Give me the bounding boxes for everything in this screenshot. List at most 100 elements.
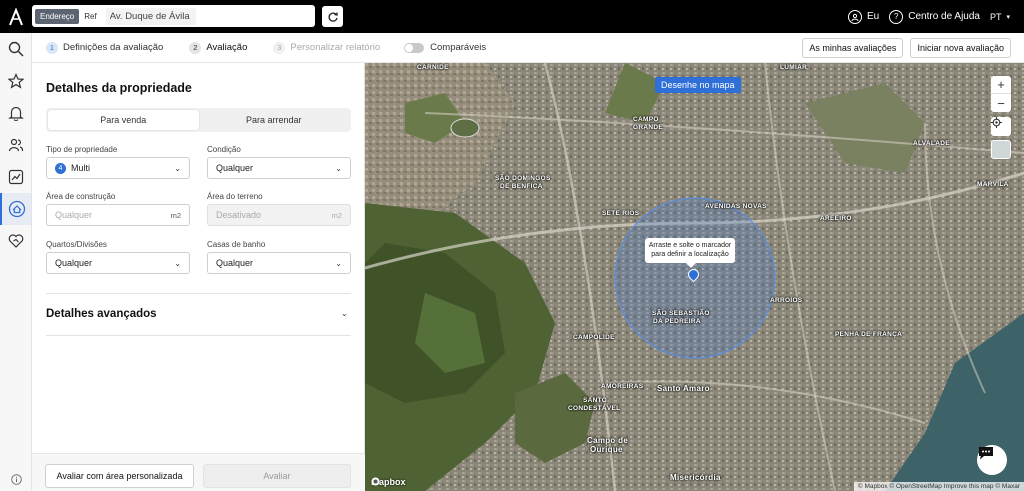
tab-for-rent[interactable]: Para arrendar xyxy=(199,110,350,130)
condition-select[interactable]: Qualquer ⌄ xyxy=(207,157,351,179)
step-label: Avaliação xyxy=(206,42,248,53)
built-area-input[interactable]: Qualquer m2 xyxy=(46,204,190,226)
map-label: CARNIDE xyxy=(417,64,449,71)
map-label: SANTO xyxy=(583,397,608,404)
land-area-input: Desativado m2 xyxy=(207,204,351,226)
step-evaluation[interactable]: 2 Avaliação xyxy=(189,41,248,54)
chevron-down-icon: ⌄ xyxy=(335,258,342,268)
map-label: ARROIOS xyxy=(770,297,803,304)
nav-alerts[interactable] xyxy=(0,97,31,129)
rooms-select[interactable]: Qualquer ⌄ xyxy=(46,252,190,274)
comparables-label: Comparáveis xyxy=(430,42,487,53)
help-label: Centro de Ajuda xyxy=(908,11,980,22)
map-label: SETE RIOS xyxy=(602,210,640,217)
nav-users[interactable] xyxy=(0,129,31,161)
satellite-map[interactable]: CARNIDE LUMIAR CAMPO GRANDE SÃO DOMINGOS… xyxy=(365,63,1024,491)
user-menu[interactable]: Eu xyxy=(848,9,880,24)
refresh-icon xyxy=(328,12,338,22)
help-center-link[interactable]: ? Centro de Ajuda xyxy=(889,9,980,24)
address-search-input[interactable] xyxy=(105,7,196,25)
handshake-heart-icon xyxy=(8,234,23,248)
step-number: 2 xyxy=(189,41,202,54)
map-label: LUMIAR xyxy=(780,64,808,71)
tooltip-line: Arraste e solte o marcador xyxy=(648,242,732,249)
search-mode-address[interactable]: Endereço xyxy=(35,8,80,24)
locate-button[interactable] xyxy=(991,117,1011,136)
map-label: AMOREIRAS xyxy=(601,383,644,390)
user-icon xyxy=(848,9,863,24)
map-label: PENHA DE FRANÇA xyxy=(835,331,903,338)
zoom-out-button[interactable]: − xyxy=(991,94,1011,112)
map-label: MARVILA xyxy=(977,181,1009,188)
listing-type-tabs: Para venda Para arrendar xyxy=(46,108,351,132)
condition-value: Qualquer xyxy=(216,163,254,173)
app-logo[interactable] xyxy=(0,0,32,33)
property-type-value: Multi xyxy=(71,163,91,173)
rooms-value: Qualquer xyxy=(55,258,93,268)
baths-select[interactable]: Qualquer ⌄ xyxy=(207,252,351,274)
nav-evaluation[interactable] xyxy=(0,193,31,225)
mapbox-icon xyxy=(371,477,380,486)
land-area-placeholder: Desativado xyxy=(216,210,262,220)
bell-icon xyxy=(7,106,24,121)
new-evaluation-button[interactable]: Iniciar nova avaliação xyxy=(910,38,1011,58)
mapbox-logo[interactable]: mapbox xyxy=(371,477,406,487)
nav-favorites[interactable] xyxy=(0,65,31,97)
star-icon xyxy=(7,73,24,89)
help-icon: ? xyxy=(889,9,904,24)
map-label: Ourique xyxy=(590,445,623,454)
built-area-unit: m2 xyxy=(170,210,181,220)
crosshair-icon xyxy=(991,117,1002,128)
tooltip-line: para definir a localização xyxy=(651,251,729,259)
map-attribution[interactable]: © Mapbox © OpenStreetMap Improve this ma… xyxy=(853,482,1024,491)
evaluate-button[interactable]: Avaliar xyxy=(203,464,351,488)
comparables-toggle-group: Comparáveis xyxy=(404,42,486,53)
advanced-details-toggle[interactable]: Detalhes avançados xyxy=(46,308,157,320)
chat-button[interactable] xyxy=(977,445,1007,475)
zoom-in-button[interactable]: + xyxy=(991,76,1011,94)
condition-label: Condição xyxy=(207,145,241,154)
property-type-select[interactable]: 4 Multi ⌄ xyxy=(46,157,190,179)
step-number: 3 xyxy=(273,41,286,54)
info-button[interactable] xyxy=(0,474,32,485)
chevron-down-icon: ⌄ xyxy=(335,163,342,173)
map-label: AVENIDAS NOVAS xyxy=(705,203,767,210)
user-label: Eu xyxy=(867,11,880,22)
map-label: CAMPOLIDE xyxy=(573,334,615,341)
map-label: Misericórdia xyxy=(670,473,721,482)
comparables-toggle[interactable] xyxy=(404,42,425,53)
panel-title: Detalhes da propriedade xyxy=(46,81,192,95)
chart-icon xyxy=(8,169,23,185)
evaluate-custom-area-button[interactable]: Avaliar com área personalizada xyxy=(45,464,194,488)
nav-deals[interactable] xyxy=(0,225,31,257)
left-nav-rail xyxy=(0,33,32,491)
chevron-down-icon[interactable]: ⌄ xyxy=(341,309,348,318)
tab-for-sale[interactable]: Para venda xyxy=(48,110,199,130)
nav-analytics[interactable] xyxy=(0,161,31,193)
land-area-label: Área do terreno xyxy=(207,192,263,201)
search-icon xyxy=(8,41,24,57)
chevron-down-icon: ▾ xyxy=(1006,13,1010,21)
step-settings[interactable]: 1 Definições da avaliação xyxy=(46,41,164,54)
search-mode-ref[interactable]: Ref xyxy=(79,9,101,24)
selected-count-badge: 4 xyxy=(55,162,66,174)
top-bar: Endereço Ref Eu ? Centro de Ajuda PT ▾ xyxy=(0,0,1024,33)
step-customize-report: 3 Personalizar relatório xyxy=(273,41,380,54)
language-selector[interactable]: PT ▾ xyxy=(990,12,1010,22)
draw-on-map-button[interactable]: Desenhe no mapa xyxy=(655,77,741,93)
property-details-panel: Detalhes da propriedade Para venda Para … xyxy=(32,63,365,491)
divider xyxy=(46,293,351,294)
chat-bubble-icon xyxy=(979,447,993,460)
my-evaluations-button[interactable]: As minhas avaliações xyxy=(802,38,904,58)
built-area-label: Área de construção xyxy=(46,192,116,201)
map-layer-button[interactable] xyxy=(991,140,1011,159)
nav-search[interactable] xyxy=(0,33,31,65)
map-label: CAMPO xyxy=(633,116,659,123)
step-label: Definições da avaliação xyxy=(63,42,164,53)
language-label: PT xyxy=(989,11,1002,22)
refresh-button[interactable] xyxy=(322,6,343,27)
map-label: Campo de xyxy=(587,436,629,445)
map-label: DA PEDREIRA xyxy=(653,318,701,325)
map-label: SÃO DOMINGOS xyxy=(495,175,551,182)
baths-label: Casas de banho xyxy=(207,240,266,249)
